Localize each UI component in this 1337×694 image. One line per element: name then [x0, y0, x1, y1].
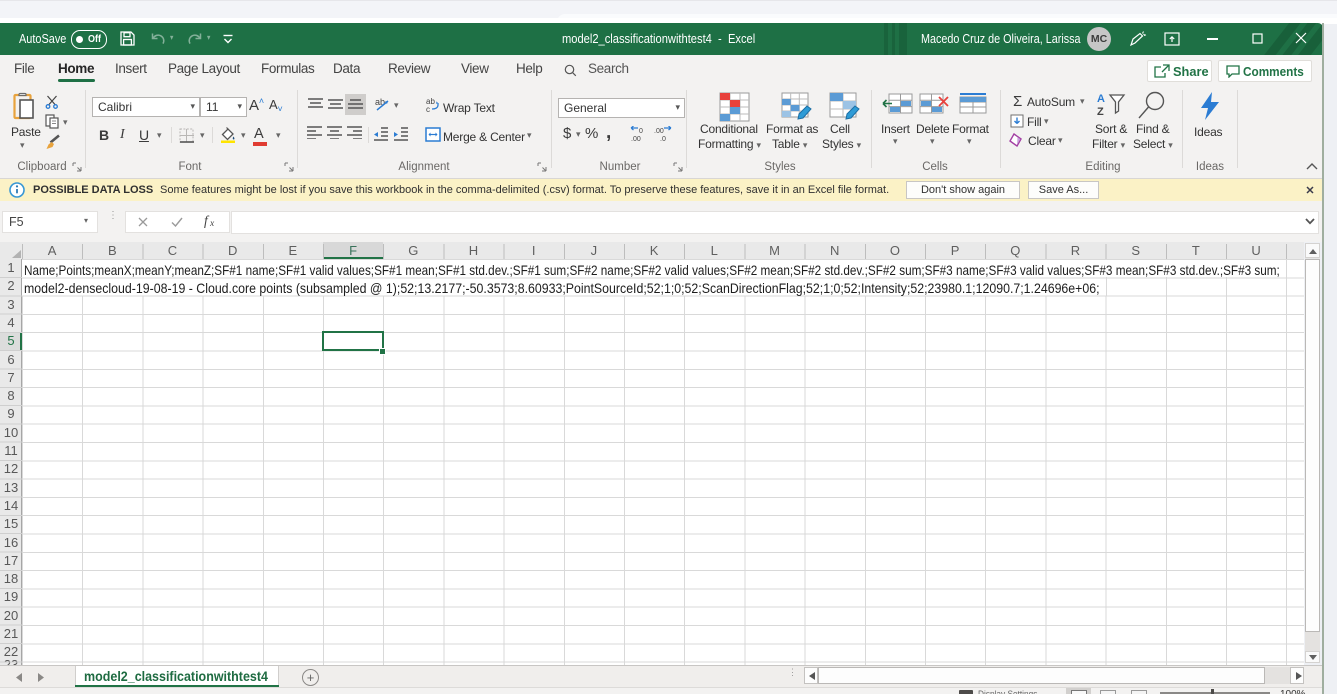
svg-text:0: 0	[639, 128, 643, 135]
svg-text:A: A	[1097, 93, 1105, 105]
svg-text:.0: .0	[660, 136, 666, 142]
svg-text:c: c	[426, 105, 430, 113]
svg-text:.00: .00	[631, 136, 641, 142]
svg-text:.00: .00	[654, 128, 664, 135]
svg-text:Z: Z	[1097, 106, 1104, 118]
